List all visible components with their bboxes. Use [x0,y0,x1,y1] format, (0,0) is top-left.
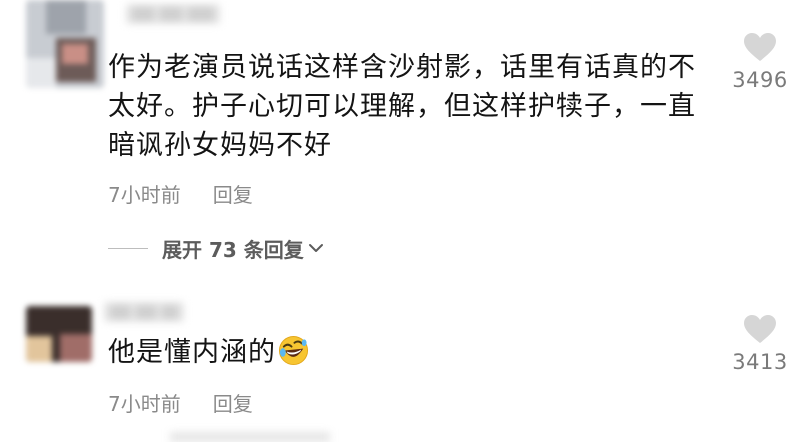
avatar[interactable] [26,306,92,362]
rolling-on-floor-laughing-emoji [278,335,309,366]
reply-button[interactable]: 回复 [213,392,253,416]
like-button[interactable]: 3413 [726,314,794,374]
username[interactable] [126,4,220,24]
comment-item: 他是懂内涵的 7小时前 回复 3413 [0,290,800,441]
expand-replies-button[interactable]: 展开 73 条回复 [108,236,324,262]
comment-meta: 7小时前 回复 [108,388,253,417]
divider-line [108,247,148,249]
like-count: 3496 [732,68,788,92]
comment-item: 作为老演员说话这样含沙射影，话里有话真的不太好。护子心切可以理解，但这样护犊子，… [0,0,800,270]
like-count: 3413 [732,350,788,374]
like-button[interactable]: 3496 [726,32,794,92]
expand-replies-label: 展开 73 条回复 [162,237,304,262]
comment-time: 7小时前 [108,183,181,207]
heart-icon [744,33,776,61]
comment-text-content: 他是懂内涵的 [108,337,276,368]
reply-button[interactable]: 回复 [213,183,253,207]
comment-text: 他是懂内涵的 [108,333,698,372]
comment-meta: 7小时前 回复 [108,179,253,208]
username[interactable] [104,302,184,322]
comment-time: 7小时前 [108,392,181,416]
chevron-down-icon [308,244,323,252]
heart-icon [744,315,776,343]
avatar[interactable] [26,0,104,88]
comment-text: 作为老演员说话这样含沙射影，话里有话真的不太好。护子心切可以理解，但这样护犊子，… [108,52,696,161]
